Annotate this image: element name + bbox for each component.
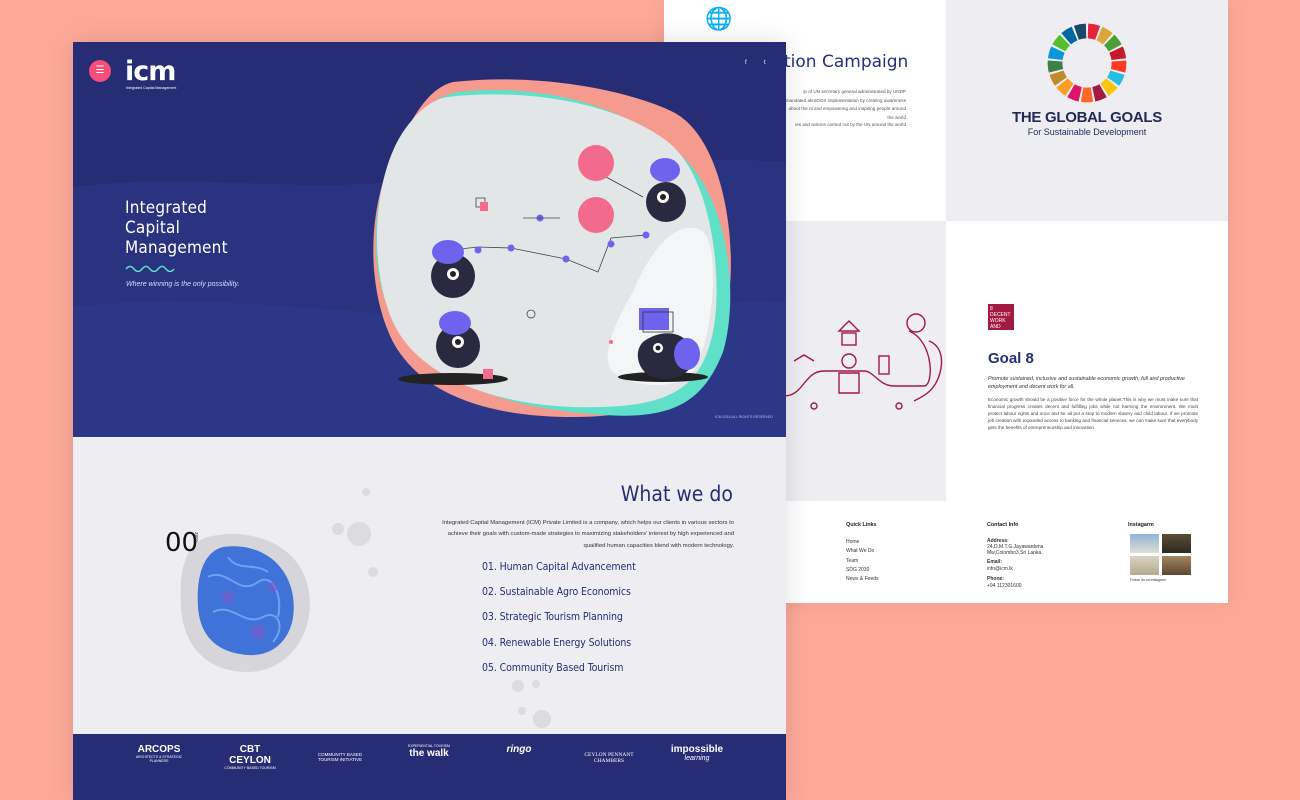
hero-tagline: Where winning is the only possibility. xyxy=(126,281,240,288)
global-goals-title: THE GLOBAL GOALS xyxy=(1012,109,1162,126)
partner-sub: ARCHITECTS & STRATEGIC PLANNERS xyxy=(135,755,183,763)
partner-name: impossible xyxy=(670,744,724,755)
global-goals-panel: THE GLOBAL GOALS For Sustainable Develop… xyxy=(946,0,1228,221)
stage: 🌐 tion Campaign ip of UN secretary gener… xyxy=(0,0,1300,800)
front-page: ☰ icm Integrated Capital Management f t … xyxy=(73,42,786,800)
instagram-follow[interactable]: Follow Us on Instagram xyxy=(1130,578,1166,582)
partner-name: ARCOPS xyxy=(137,744,181,755)
contact-heading: Contact Info xyxy=(987,522,1019,528)
partner-sub: learning xyxy=(684,755,710,762)
logo-subtitle: Integrated Capital Management xyxy=(126,86,177,90)
footer-link-sdg[interactable]: SDG 2030 xyxy=(846,566,879,575)
hero-section: ☰ icm Integrated Capital Management f t … xyxy=(73,42,786,437)
goal8-illustration xyxy=(784,313,943,410)
email-value[interactable]: info@icm.lk xyxy=(987,565,1047,574)
goal8-illustration-panel xyxy=(784,221,946,501)
partner-name: the walk xyxy=(409,748,449,759)
address-value: 24,D.M.T.G.Jayawardena Mw,Colombo3,Sri L… xyxy=(987,544,1044,557)
goal-summary: Promote sustained, inclusive and sustain… xyxy=(988,376,1185,390)
bubbles-decoration-2 xyxy=(512,680,551,728)
partner-logo-the-walk[interactable]: EXPERIENTIAL TOURISM the walk xyxy=(403,744,455,759)
footer-link-team[interactable]: Team xyxy=(846,557,879,566)
un-emblem-icon: 🌐 xyxy=(705,6,733,31)
partner-name: CEYLON PENNANT CHAMBERS xyxy=(584,752,634,764)
footer-link-home[interactable]: Home xyxy=(846,538,879,547)
service-item[interactable]: 04. Renewable Energy Solutions xyxy=(482,637,631,649)
instagram-heading: Instagarm xyxy=(1128,522,1154,528)
sdg-wheel-segment xyxy=(1047,60,1064,73)
footer-link-news[interactable]: News & Feeds xyxy=(846,575,879,584)
wave-decoration xyxy=(125,265,175,272)
quick-links-heading: Quick Links xyxy=(846,522,877,528)
partner-logo-chambers[interactable]: CEYLON PENNANT CHAMBERS xyxy=(578,744,640,764)
goal-body-text: Economic growth should be a positive for… xyxy=(988,397,1198,430)
partner-logo-cbti[interactable]: COMMUNITY BASED TOURISM INITIATIVE xyxy=(309,744,371,762)
partner-sub: COMMUNITY BASED TOURISM xyxy=(224,766,276,770)
partners-bar: ARCOPS ARCHITECTS & STRATEGIC PLANNERS C… xyxy=(73,734,786,800)
sdg-wheel-segment xyxy=(1080,87,1094,103)
instagram-photo[interactable] xyxy=(1162,534,1191,553)
twitter-icon[interactable]: t xyxy=(764,60,766,66)
service-item[interactable]: 02. Sustainable Agro Economics xyxy=(482,586,631,598)
facebook-icon[interactable]: f xyxy=(745,60,747,66)
instagram-grid[interactable] xyxy=(1130,534,1194,578)
sdg-wheel-icon xyxy=(1047,23,1127,103)
goal-title: Goal 8 xyxy=(988,350,1034,367)
service-item[interactable]: 05. Community Based Tourism xyxy=(482,662,623,674)
service-item[interactable]: 01. Human Capital Advancement xyxy=(482,561,636,573)
what-we-do-description: Integrated Capital Management (ICM) Priv… xyxy=(442,520,734,549)
partner-name: CBT CEYLON xyxy=(229,744,271,766)
copyright: ICM 2018 ALL RIGHTS RESERVED xyxy=(715,415,773,419)
partner-logo-cbt[interactable]: CBT CEYLON COMMUNITY BASED TOURISM xyxy=(219,744,281,770)
what-we-do-title: What we do xyxy=(620,482,733,506)
bubbles-decoration xyxy=(332,488,378,577)
phone-value: +94 112301600 xyxy=(987,583,1022,590)
global-goals-subtitle: For Sustainable Development xyxy=(1027,127,1147,137)
hero-title: Integrated Capital Management xyxy=(125,198,228,258)
partner-logo-impossible[interactable]: impossible learning xyxy=(665,744,729,762)
goal8-badge: 8 DECENT WORK AND ECONOMIC GROWTH xyxy=(988,304,1018,342)
service-item[interactable]: 03. Strategic Tourism Planning xyxy=(482,611,623,623)
partner-logo-ringo[interactable]: ringo xyxy=(503,744,535,755)
sdg-wheel-segment xyxy=(1110,60,1127,73)
marbled-blob-image xyxy=(180,534,310,672)
instagram-photo[interactable] xyxy=(1162,556,1191,575)
hamburger-menu-button[interactable]: ☰ xyxy=(89,60,111,82)
counter-word: zero xyxy=(193,532,199,542)
campaign-text: ip of UN secretary general administrated… xyxy=(785,89,906,120)
instagram-photo[interactable] xyxy=(1130,556,1159,575)
partner-name: COMMUNITY BASED TOURISM INITIATIVE xyxy=(317,752,363,762)
instagram-photo[interactable] xyxy=(1130,534,1159,553)
partner-name: ringo xyxy=(506,744,532,755)
campaign-title: tion Campaign xyxy=(784,52,909,72)
footer-link-what-we-do[interactable]: What We Do xyxy=(846,547,879,556)
partner-logo-arcops[interactable]: ARCOPS ARCHITECTS & STRATEGIC PLANNERS xyxy=(129,744,189,763)
footer-quick-links: Quick Links Home What We Do Team SDG 203… xyxy=(846,521,879,584)
footer-contact: Contact Info Address: 24,D.M.T.G.Jayawar… xyxy=(987,521,1047,591)
campaign-text-2: ies and actions carried out by the UN ar… xyxy=(795,122,906,127)
icm-logo[interactable]: icm xyxy=(125,56,176,87)
